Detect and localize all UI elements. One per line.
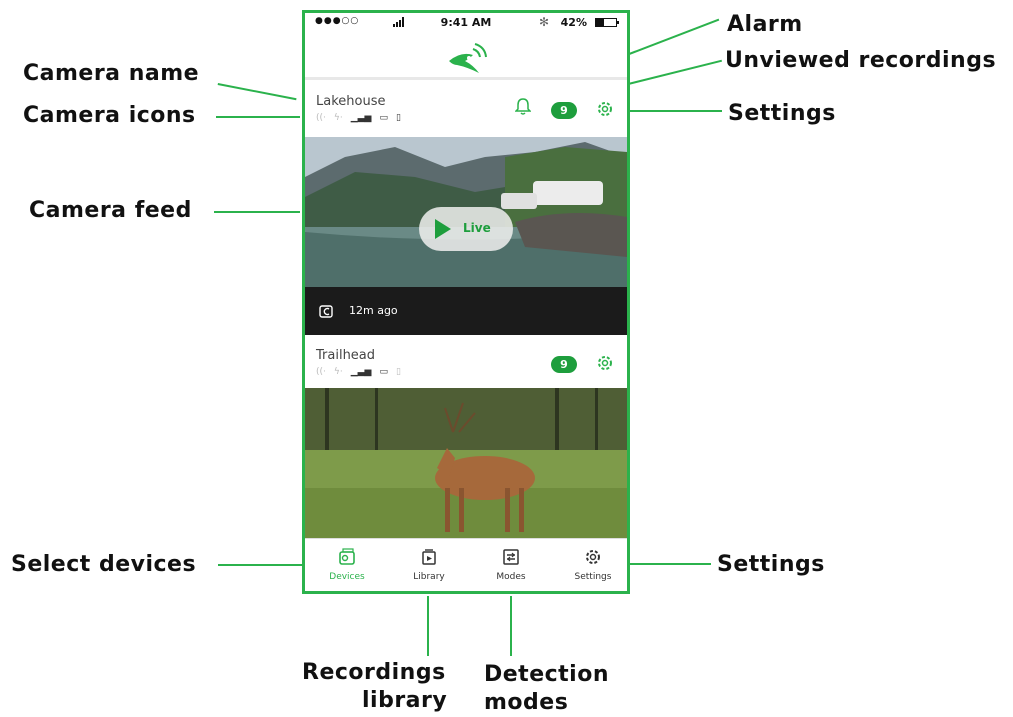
camera-settings-gear-icon[interactable] xyxy=(595,99,615,119)
status-bar: ●●●○○ 9:41 AM ✻ 42% xyxy=(305,13,627,33)
settings-icon xyxy=(586,550,600,564)
callout-alarm: Alarm xyxy=(727,12,803,37)
leader-modes xyxy=(510,596,512,656)
phone-screen: ●●●○○ 9:41 AM ✻ 42% Lakehouse ((· ϟ· ▁▃▅… xyxy=(302,10,630,594)
leader-camera-name xyxy=(217,83,297,101)
cell-signal-icon: ▁▃▅ xyxy=(350,367,372,377)
tab-library[interactable]: Library xyxy=(389,539,469,591)
header-divider xyxy=(305,77,627,80)
tab-modes[interactable]: Modes xyxy=(471,539,551,591)
callout-unviewed-recordings: Unviewed recordings xyxy=(725,48,997,73)
devices-icon xyxy=(339,548,355,565)
battery-icon: ▭ xyxy=(379,113,388,123)
battery-icon: ▭ xyxy=(379,367,388,377)
callout-select-devices: Select devices xyxy=(11,552,197,577)
callout-detection-modes-2: modes xyxy=(484,690,569,715)
unviewed-badge[interactable]: 9 xyxy=(551,356,577,373)
callout-camera-feed: Camera feed xyxy=(29,198,192,223)
callout-camera-name: Camera name xyxy=(23,61,200,86)
tab-label: Modes xyxy=(496,572,526,582)
camera-name: Trailhead xyxy=(316,348,376,363)
tab-label: Library xyxy=(413,572,445,582)
leader-library xyxy=(427,596,429,656)
app-logo xyxy=(449,43,487,73)
sd-card-icon: ▯ xyxy=(395,367,401,377)
battery-percent: 42% xyxy=(560,16,587,29)
camera-card-header[interactable]: Trailhead ((· ϟ· ▁▃▅ ▭ ▯ 9 xyxy=(305,343,627,391)
camera-name: Lakehouse xyxy=(316,94,386,109)
refresh-camera-icon[interactable] xyxy=(319,303,335,319)
callout-detection-modes-1: Detection xyxy=(484,662,609,687)
live-label: Live xyxy=(463,221,491,235)
camera-card-header[interactable]: Lakehouse ((· ϟ· ▁▃▅ ▭ ▯ 9 xyxy=(305,89,627,137)
bluetooth-icon: ✻ xyxy=(538,15,549,29)
tab-label: Settings xyxy=(574,572,612,582)
tab-devices[interactable]: Devices xyxy=(307,539,387,591)
play-icon xyxy=(435,219,451,239)
library-icon xyxy=(422,549,436,565)
alarm-bell-icon[interactable] xyxy=(515,97,531,115)
tab-settings[interactable]: Settings xyxy=(553,539,627,591)
camera-feed[interactable] xyxy=(305,388,627,544)
callout-recordings-library-2: library xyxy=(362,688,448,713)
flash-icon: ϟ· xyxy=(333,367,343,377)
camera-status-icons: ((· ϟ· ▁▃▅ ▭ ▯ xyxy=(316,113,401,123)
last-update-bar: 12m ago xyxy=(305,287,627,335)
cell-signal-icon: ▁▃▅ xyxy=(350,113,372,123)
camera-status-icons: ((· ϟ· ▁▃▅ ▭ ▯ xyxy=(316,367,401,377)
leader-camera-feed xyxy=(214,211,300,213)
callout-settings-top: Settings xyxy=(728,101,836,126)
leader-camera-icons xyxy=(216,116,300,118)
callout-settings-bottom: Settings xyxy=(717,552,825,577)
camera-feed[interactable]: Live xyxy=(305,137,627,287)
sd-card-icon: ▯ xyxy=(395,113,401,123)
tab-label: Devices xyxy=(329,572,365,582)
modes-icon xyxy=(503,549,519,565)
flash-icon: ϟ· xyxy=(333,113,343,123)
last-update-time: 12m ago xyxy=(349,304,398,317)
trailhead-feed-image xyxy=(305,388,627,544)
unviewed-badge[interactable]: 9 xyxy=(551,102,577,119)
battery-icon xyxy=(595,18,619,27)
motion-icon: ((· xyxy=(316,367,326,377)
callout-camera-icons: Camera icons xyxy=(23,103,196,128)
camera-settings-gear-icon[interactable] xyxy=(595,353,615,373)
bottom-tab-bar: Devices Library Modes Settings xyxy=(305,538,627,591)
motion-icon: ((· xyxy=(316,113,326,123)
live-button[interactable]: Live xyxy=(419,207,513,251)
callout-recordings-library-1: Recordings xyxy=(302,660,446,685)
